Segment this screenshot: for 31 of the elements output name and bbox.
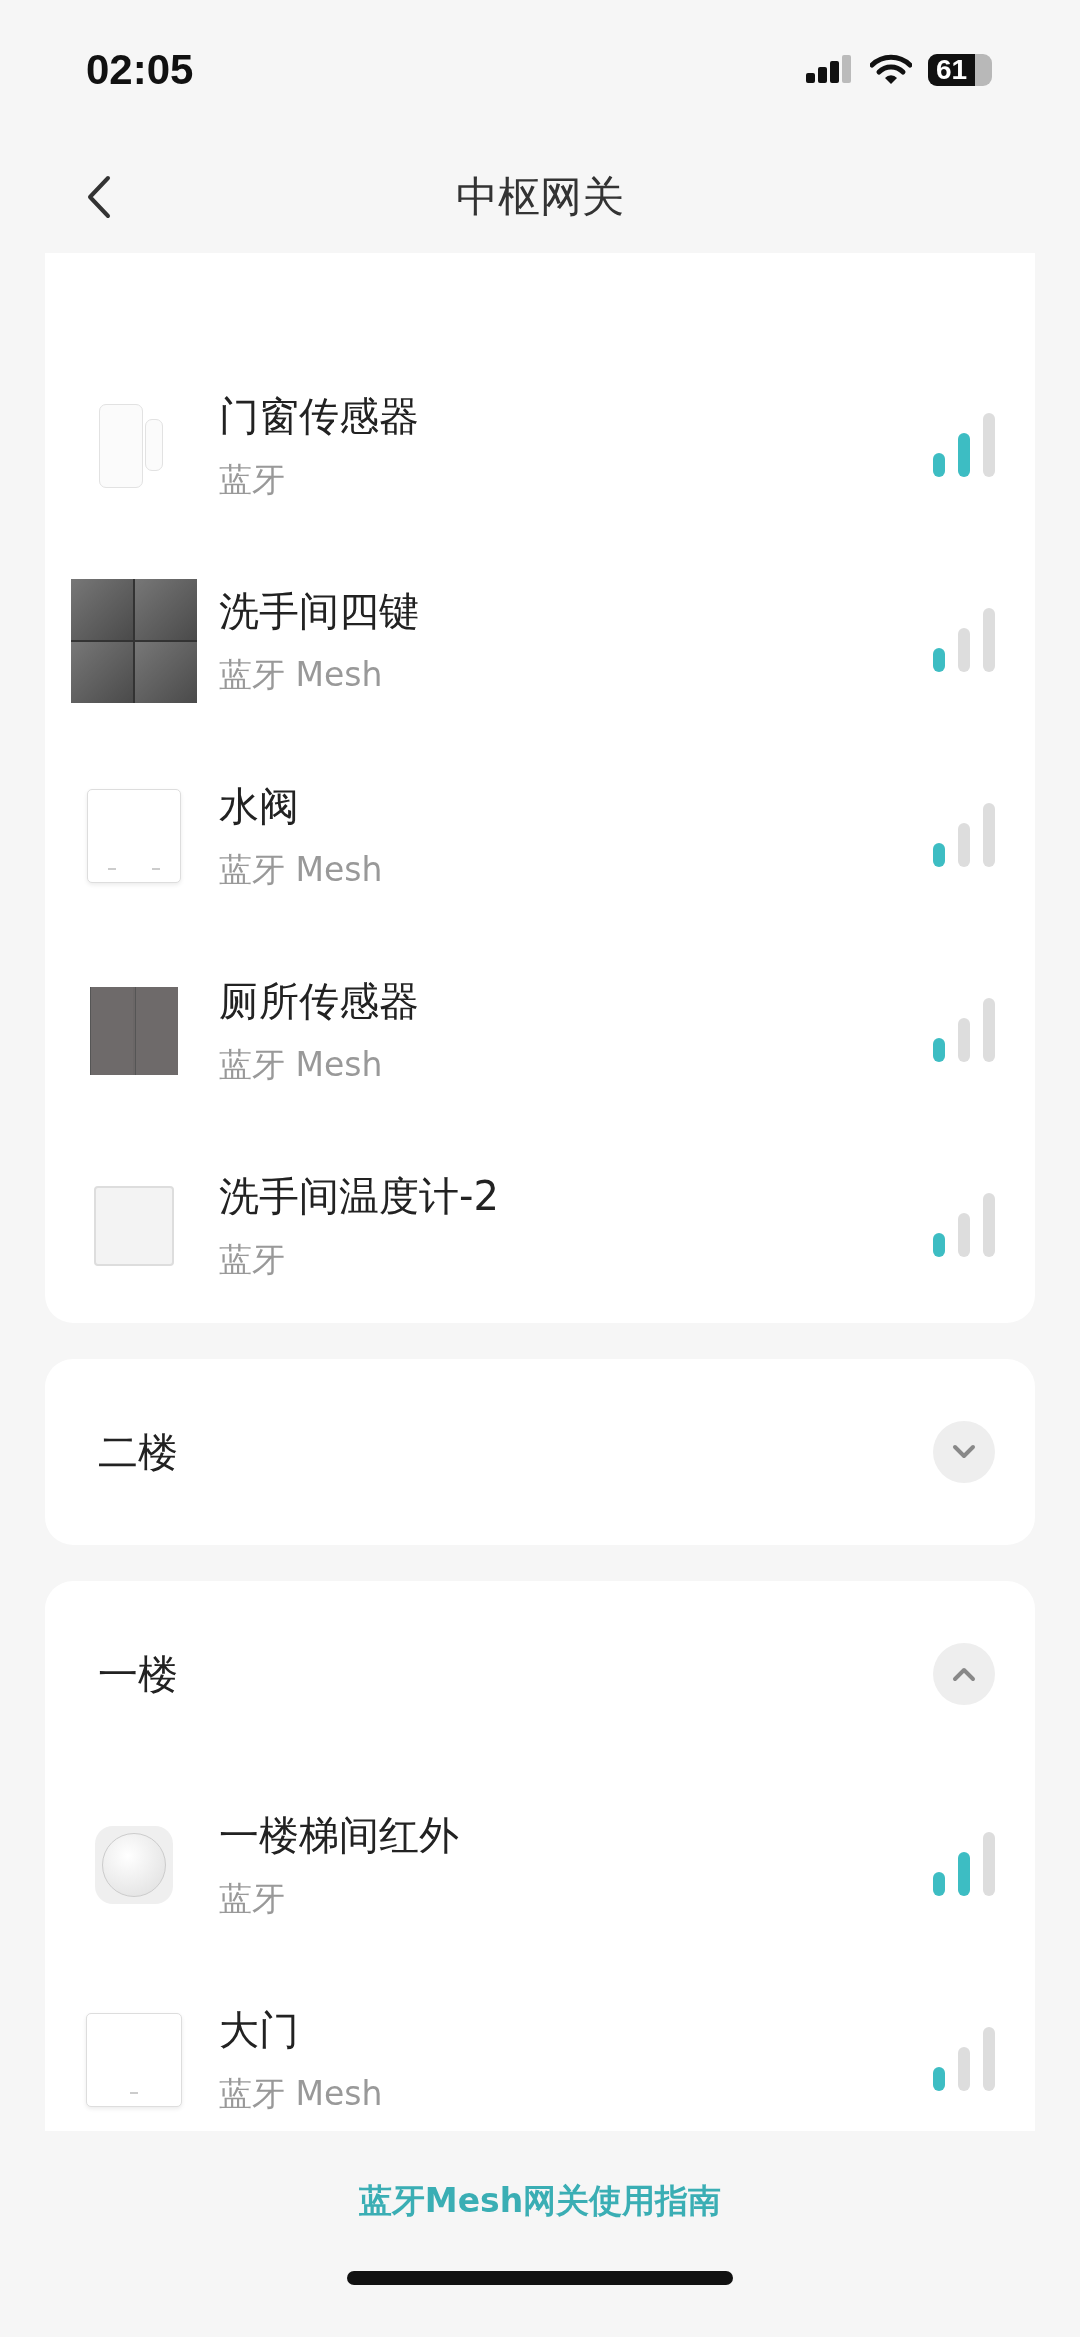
- wifi-icon: [870, 54, 912, 86]
- back-icon[interactable]: [86, 175, 112, 219]
- switch-panel-icon: [71, 578, 197, 703]
- switch-panel-icon: [87, 788, 181, 883]
- chevron-down-icon: [952, 1444, 976, 1460]
- page-title: 中枢网关: [456, 170, 624, 223]
- sensor-icon: [94, 1185, 174, 1266]
- cellular-signal-icon: [806, 55, 854, 85]
- device-protocol: 蓝牙 Mesh: [219, 1043, 384, 1086]
- device-protocol: 蓝牙 Mesh: [219, 848, 384, 891]
- device-name: 洗手间温度计-2: [219, 1171, 500, 1221]
- device-name: 门窗传感器: [219, 391, 420, 441]
- device-protocol: 蓝牙: [219, 1238, 286, 1281]
- device-name: 洗手间四键: [219, 586, 420, 636]
- switch-panel-icon: [90, 986, 178, 1075]
- device-protocol: 蓝牙 Mesh: [219, 2072, 384, 2115]
- switch-panel-icon: [86, 2012, 182, 2107]
- chevron-up-icon: [952, 1666, 976, 1682]
- device-name: 大门: [219, 2005, 300, 2055]
- motion-sensor-icon: [95, 1825, 173, 1904]
- device-name: 一楼梯间红外: [219, 1810, 460, 1860]
- device-protocol: 蓝牙 Mesh: [219, 653, 384, 696]
- device-protocol: 蓝牙: [219, 458, 286, 501]
- battery-icon: 61: [928, 54, 992, 86]
- device-name: 水阀: [219, 781, 300, 831]
- room-title: 一楼: [98, 1649, 178, 1699]
- device-protocol: 蓝牙: [219, 1877, 286, 1920]
- guide-link[interactable]: 蓝牙Mesh网关使用指南: [358, 2178, 722, 2224]
- device-name: 厕所传感器: [219, 976, 420, 1026]
- status-time: 02:05: [86, 46, 194, 94]
- room-title: 二楼: [98, 1427, 178, 1477]
